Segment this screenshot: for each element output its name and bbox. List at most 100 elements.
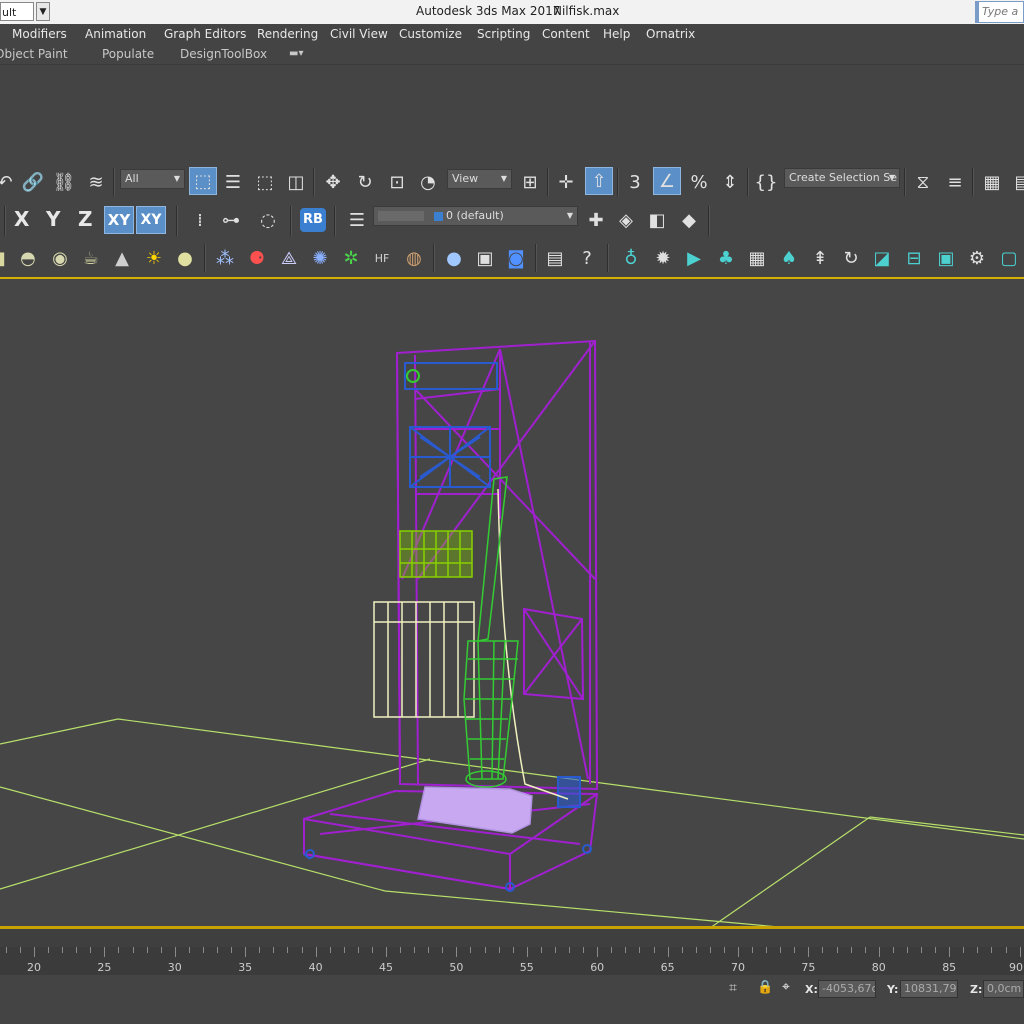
select-by-name-icon[interactable]: ☰ [220, 169, 246, 195]
tab-object-paint[interactable]: Object Paint [0, 47, 68, 61]
layer-dropdown[interactable]: 0 (default) ▼ [373, 206, 578, 226]
set-current-layer-icon[interactable]: ◆ [676, 207, 702, 233]
scale-icon[interactable]: ⊡ [384, 169, 410, 195]
tree-icon[interactable]: ♠ [776, 245, 802, 271]
axis-xy-cycle-button[interactable]: XY [136, 206, 166, 234]
sphere-icon[interactable]: ◉ [47, 245, 73, 271]
align-icon[interactable]: ≡ [942, 169, 968, 195]
axis-xy-button[interactable]: XY [104, 206, 134, 234]
grass-icon[interactable]: ✲ [338, 245, 364, 271]
particle-icon[interactable]: ⁂ [212, 245, 238, 271]
select-in-layer-icon[interactable]: ◧ [644, 207, 670, 233]
manage-layers-icon[interactable]: ☰ [344, 207, 370, 233]
material-editor-icon[interactable]: ▣ [472, 245, 498, 271]
light-bulb-icon[interactable]: ♁ [618, 245, 644, 271]
track-bar[interactable]: 20 25 30 35 40 45 50 55 60 65 70 75 80 85 90 [0, 947, 1024, 975]
video-camera-icon[interactable]: ⚙ [964, 245, 990, 271]
chevron-down-icon[interactable]: ▼ [36, 2, 50, 21]
isolate-selection-icon[interactable]: ⌗ [729, 980, 745, 996]
sun-icon[interactable]: ☀ [141, 245, 167, 271]
snaps-use-axis-icon[interactable]: ⁞ [187, 207, 213, 233]
menu-rendering[interactable]: Rendering [257, 27, 318, 41]
undo-icon[interactable]: ↶ [0, 169, 18, 195]
select-object-icon[interactable]: ⬚ [189, 167, 217, 195]
geosphere-icon[interactable]: ✺ [307, 245, 333, 271]
scene-explorer-icon[interactable]: ▦ [979, 169, 1005, 195]
spinner-snap-icon[interactable]: ⇕ [717, 169, 743, 195]
move-icon[interactable]: ✥ [320, 169, 346, 195]
rotate-icon[interactable]: ↻ [352, 169, 378, 195]
menu-graph-editors[interactable]: Graph Editors [164, 27, 246, 41]
bind-space-warp-icon[interactable]: ≋ [83, 169, 109, 195]
x-coord-field[interactable]: -4053,67cm [818, 980, 876, 998]
cone-icon[interactable]: ▲ [109, 245, 135, 271]
window-icon[interactable]: ▢ [996, 245, 1022, 271]
search-input[interactable]: Type a [978, 1, 1024, 23]
absolute-mode-icon[interactable]: ⌖ [782, 979, 798, 995]
y-coord-field[interactable]: 10831,792 [900, 980, 958, 998]
menu-ornatrix[interactable]: Ornatrix [646, 27, 695, 41]
light-sphere-icon[interactable]: ● [172, 245, 198, 271]
help-icon[interactable]: ? [574, 245, 600, 271]
axis-x-button[interactable]: X [14, 207, 29, 231]
camera-icon[interactable]: ▶ [681, 245, 707, 271]
perspective-viewport[interactable] [0, 277, 1024, 928]
rect-selection-icon[interactable]: ⬚ [252, 169, 278, 195]
menu-help[interactable]: Help [603, 27, 630, 41]
material-sphere-icon[interactable]: ● [441, 245, 467, 271]
menu-content[interactable]: Content [542, 27, 590, 41]
select-manipulate-icon[interactable]: ✛ [553, 169, 579, 195]
keyboard-shortcut-override-icon[interactable]: ⇧ [585, 167, 613, 195]
teapot-icon[interactable]: ☕ [78, 245, 104, 271]
box-icon[interactable]: ▮ [0, 245, 14, 271]
list-panel-icon[interactable]: ▦ [744, 245, 770, 271]
menu-animation[interactable]: Animation [85, 27, 146, 41]
create-layer-icon[interactable]: ✚ [583, 207, 609, 233]
menu-civil-view[interactable]: Civil View [330, 27, 388, 41]
render-setup-icon[interactable]: ◙ [503, 245, 529, 271]
unlink-icon[interactable]: ⛓ [51, 169, 77, 195]
render-frame-icon[interactable]: ▤ [542, 245, 568, 271]
hemisphere-icon[interactable]: ◓ [15, 245, 41, 271]
tab-populate[interactable]: Populate [102, 47, 154, 61]
window-crossing-icon[interactable]: ◫ [283, 169, 309, 195]
omni-light-icon[interactable]: ✹ [650, 245, 676, 271]
ox-hair-icon[interactable]: ◍ [401, 245, 427, 271]
workspace-dropdown[interactable]: ult [0, 2, 34, 21]
snaps-toggle-icon[interactable]: 3 [622, 169, 648, 195]
axis-z-button[interactable]: Z [78, 207, 93, 231]
z-coord-field[interactable]: 0,0cm [983, 980, 1024, 998]
layer-explorer-icon[interactable]: ▤ [1010, 169, 1024, 195]
ribbon-options-icon[interactable]: ▬▾ [289, 48, 303, 59]
align-to-icon[interactable]: ⊶ [218, 207, 244, 233]
menu-scripting[interactable]: Scripting [477, 27, 530, 41]
molecule-icon[interactable]: ⚈ [244, 245, 270, 271]
menu-customize[interactable]: Customize [399, 27, 462, 41]
percent-snap-icon[interactable]: % [686, 169, 712, 195]
link-icon[interactable]: 🔗 [20, 169, 46, 195]
rb-button[interactable]: RB [300, 208, 326, 232]
edit-named-selection-icon[interactable]: {} [753, 169, 779, 195]
grid-tool-icon[interactable]: ⊟ [901, 245, 927, 271]
add-to-layer-icon[interactable]: ◈ [613, 207, 639, 233]
mirror-icon[interactable]: ⧖ [910, 169, 936, 195]
pyramid-icon[interactable]: ⟁ [276, 245, 302, 271]
axis-y-button[interactable]: Y [46, 207, 60, 231]
menu-modifiers[interactable]: Modifiers [12, 27, 67, 41]
time-slider[interactable] [0, 929, 1024, 947]
angle-snap-icon[interactable]: ∠ [653, 167, 681, 195]
reference-coord-dropdown[interactable]: View ▼ [447, 169, 512, 189]
selection-filter-dropdown[interactable]: All ▼ [120, 169, 185, 189]
hair-fur-icon[interactable]: HF [369, 245, 395, 271]
layer-tool-icon[interactable]: ◪ [869, 245, 895, 271]
array-circle-icon[interactable]: ◌ [255, 207, 281, 233]
trees-icon[interactable]: ♣ [713, 245, 739, 271]
tab-designtoolbox[interactable]: DesignToolBox [180, 47, 267, 61]
rotate-view-icon[interactable]: ↻ [838, 245, 864, 271]
tree-outline-icon[interactable]: ⇞ [807, 245, 833, 271]
lock-icon[interactable]: 🔒 [757, 980, 773, 996]
render-view-icon[interactable]: ▣ [933, 245, 959, 271]
named-selection-dropdown[interactable]: Create Selection Se ▼ [784, 168, 900, 188]
pivot-center-icon[interactable]: ⊞ [517, 169, 543, 195]
place-icon[interactable]: ◔ [415, 169, 441, 195]
